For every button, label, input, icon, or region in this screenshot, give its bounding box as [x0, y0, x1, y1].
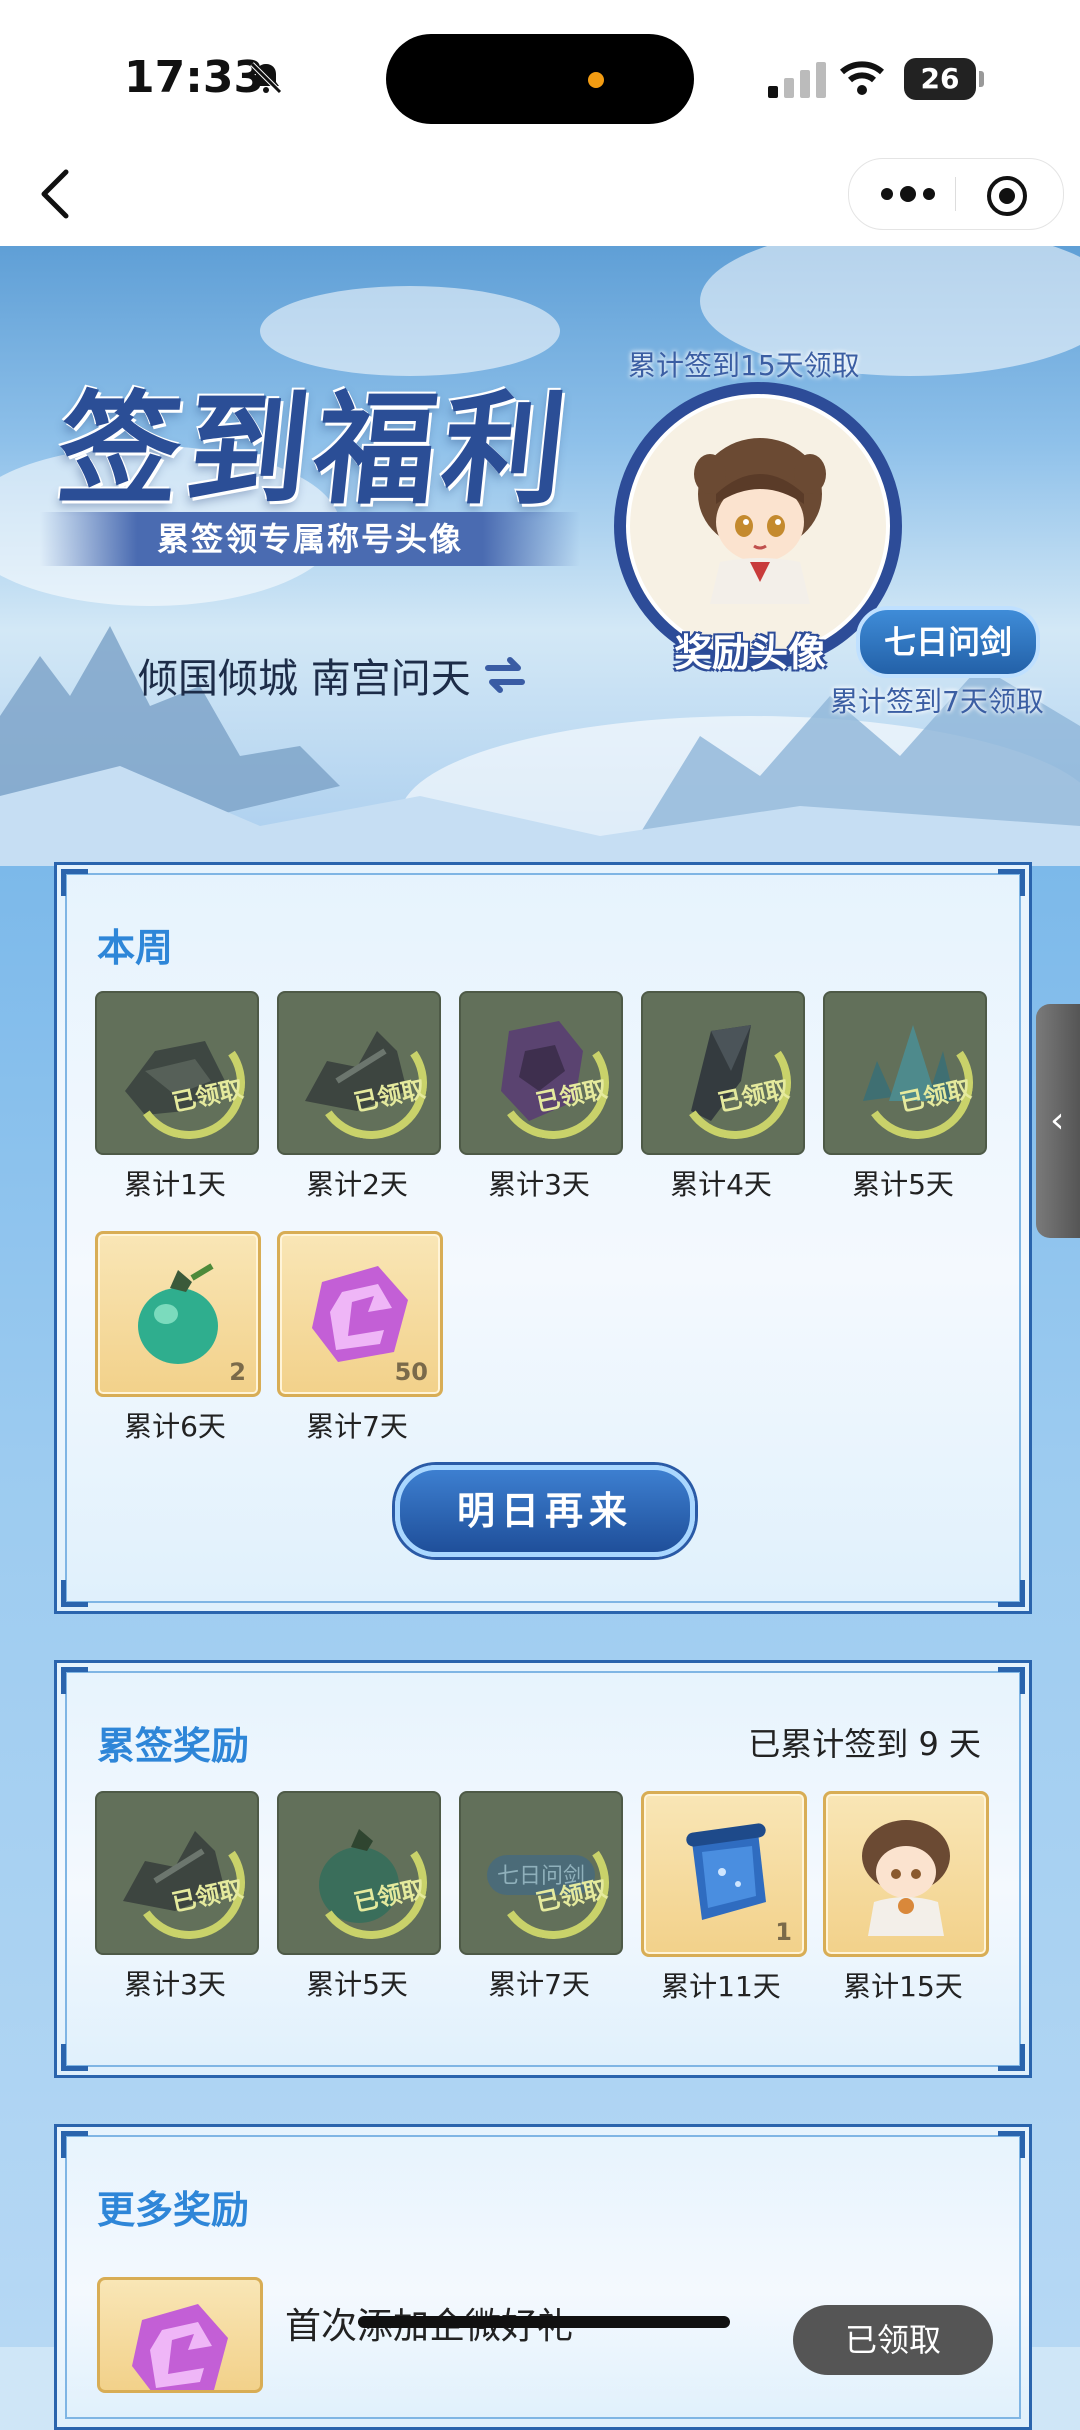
- battery-nub: [979, 71, 984, 87]
- reward-tile: 已领取: [277, 1791, 441, 1955]
- reward-tile: 已领取: [95, 1791, 259, 1955]
- status-bar: 17:33 26: [0, 0, 1080, 140]
- panel-corner: [998, 869, 1025, 896]
- panel-corner: [998, 1580, 1025, 1607]
- day-label: 累计4天: [670, 1168, 772, 1201]
- close-target-icon[interactable]: [985, 174, 1029, 218]
- reward-tile: 已领取: [641, 991, 805, 1155]
- more-rewards-panel: 更多奖励 首次添加企微好礼 已领取: [54, 2124, 1032, 2430]
- day-label: 累计15天: [843, 1970, 963, 2003]
- back-chevron-icon[interactable]: [36, 166, 76, 222]
- day-label: 累计5天: [306, 1968, 408, 2001]
- cumulative-progress: 已累计签到 9 天: [748, 1725, 981, 1763]
- more-dots-icon[interactable]: [873, 174, 943, 214]
- home-indicator[interactable]: [358, 2316, 730, 2328]
- day-label: 累计7天: [306, 1410, 408, 1443]
- weekly-day-1-reward[interactable]: 已领取 累计1天: [95, 991, 259, 1203]
- battery-indicator: 26: [904, 58, 984, 100]
- reward-tile: 1: [641, 1791, 807, 1957]
- come-back-tomorrow-button[interactable]: 明日再来: [395, 1465, 695, 1557]
- banner-subtitle: 累签领专属称号头像: [40, 512, 580, 566]
- reward-avatar-label: 奖励头像: [674, 631, 827, 675]
- day-label: 累计3天: [124, 1968, 226, 2001]
- panel-corner: [998, 2131, 1025, 2158]
- banner-title: 签到福利: [51, 377, 579, 521]
- claimed-button[interactable]: 已领取: [793, 2305, 993, 2375]
- panel-corner: [61, 2131, 88, 2158]
- reward-tile: 已领取: [459, 991, 623, 1155]
- title-badge: 七日问剑: [856, 606, 1040, 678]
- reward-tile: [823, 1791, 989, 1957]
- avatar-15day-note: 累计签到15天领取: [628, 349, 860, 382]
- panel-corner: [61, 2044, 88, 2071]
- weekly-day-2-reward[interactable]: 已领取 累计2天: [277, 991, 441, 1203]
- reward-tile: 50: [277, 1231, 443, 1397]
- reward-quantity: 50: [394, 1358, 428, 1386]
- reward-tile: 2: [95, 1231, 261, 1397]
- panel-corner: [998, 2044, 1025, 2071]
- side-drawer-tab[interactable]: ‹: [1036, 1004, 1080, 1238]
- weekly-title: 本周: [97, 926, 174, 970]
- reward-tile: 已领取: [95, 991, 259, 1155]
- reward-quantity: 1: [775, 1918, 792, 1946]
- mic-indicator-icon: [588, 72, 604, 88]
- weekly-day-7-reward[interactable]: 50 累计7天: [277, 1231, 443, 1445]
- purple-rune-icon: [132, 2304, 228, 2390]
- reward-tile: 七日问剑 已领取: [459, 1791, 623, 1955]
- reward-tile: 已领取: [823, 991, 987, 1155]
- chevron-left-icon: ‹: [1050, 1100, 1065, 1141]
- wecom-gift-reward[interactable]: [97, 2277, 263, 2393]
- day-label: 累计5天: [852, 1168, 954, 1201]
- cellular-signal-icon: [768, 62, 826, 98]
- bell-muted-icon: [250, 62, 282, 94]
- more-title: 更多奖励: [97, 2188, 250, 2232]
- day-label: 累计7天: [488, 1968, 590, 2001]
- scroll-icon: [686, 1823, 766, 1920]
- panel-corner: [61, 1580, 88, 1607]
- day-label: 累计1天: [124, 1168, 226, 1201]
- weekly-day-4-reward[interactable]: 已领取 累计4天: [641, 991, 805, 1203]
- cumulative-11day-reward[interactable]: 1 累计11天: [641, 1791, 807, 2005]
- jade-pouch-icon: [138, 1263, 218, 1364]
- weekly-day-6-reward[interactable]: 2 累计6天: [95, 1231, 261, 1445]
- panel-corner: [61, 1667, 88, 1694]
- dynamic-island: [386, 34, 694, 124]
- reward-quantity: 2: [229, 1358, 246, 1386]
- cumulative-reward-panel: 累签奖励 已累计签到 9 天 已领取 累计3天 已领取 累计5天 七日问剑 已领…: [54, 1660, 1032, 2078]
- avatar-girl-icon: [694, 438, 826, 604]
- mini-program-capsule: [848, 158, 1064, 230]
- weekly-day-3-reward[interactable]: 已领取 累计3天: [459, 991, 623, 1203]
- weekly-day-5-reward[interactable]: 已领取 累计5天: [823, 991, 987, 1203]
- panel-corner: [998, 1667, 1025, 1694]
- capsule-divider: [955, 177, 956, 211]
- weekly-signin-panel: 本周 已领取 累计1天 已领取 累计2天 已领取 累计3天 已领取 累计4天 已…: [54, 862, 1032, 1614]
- cumulative-15day-reward[interactable]: 累计15天: [823, 1791, 989, 2005]
- cumulative-3day-reward[interactable]: 已领取 累计3天: [95, 1791, 259, 2003]
- battery-level: 26: [920, 62, 960, 95]
- day-label: 累计6天: [124, 1410, 226, 1443]
- cumulative-7day-reward[interactable]: 七日问剑 已领取 累计7天: [459, 1791, 623, 2003]
- reward-tile: 已领取: [277, 991, 441, 1155]
- panel-corner: [61, 869, 88, 896]
- cumulative-5day-reward[interactable]: 已领取 累计5天: [277, 1791, 441, 2003]
- day-label: 累计11天: [661, 1970, 781, 2003]
- avatar-girl-icon: [862, 1820, 950, 1936]
- day-label: 累计2天: [306, 1168, 408, 1201]
- day-label: 累计3天: [488, 1168, 590, 1201]
- couple-names: 倾国倾城 南宫问天: [138, 656, 471, 702]
- nav-bar: [0, 140, 1080, 246]
- cumulative-title: 累签奖励: [97, 1724, 250, 1768]
- status-time: 17:33: [124, 52, 265, 103]
- title-7day-note: 累计签到7天领取: [830, 685, 1044, 718]
- swap-arrows-icon[interactable]: [484, 654, 526, 694]
- wifi-icon: [840, 61, 884, 95]
- signin-banner: 签到福利 累签领专属称号头像 倾国倾城 南宫问天 累计签到15天领取 奖励头像 …: [0, 246, 1080, 866]
